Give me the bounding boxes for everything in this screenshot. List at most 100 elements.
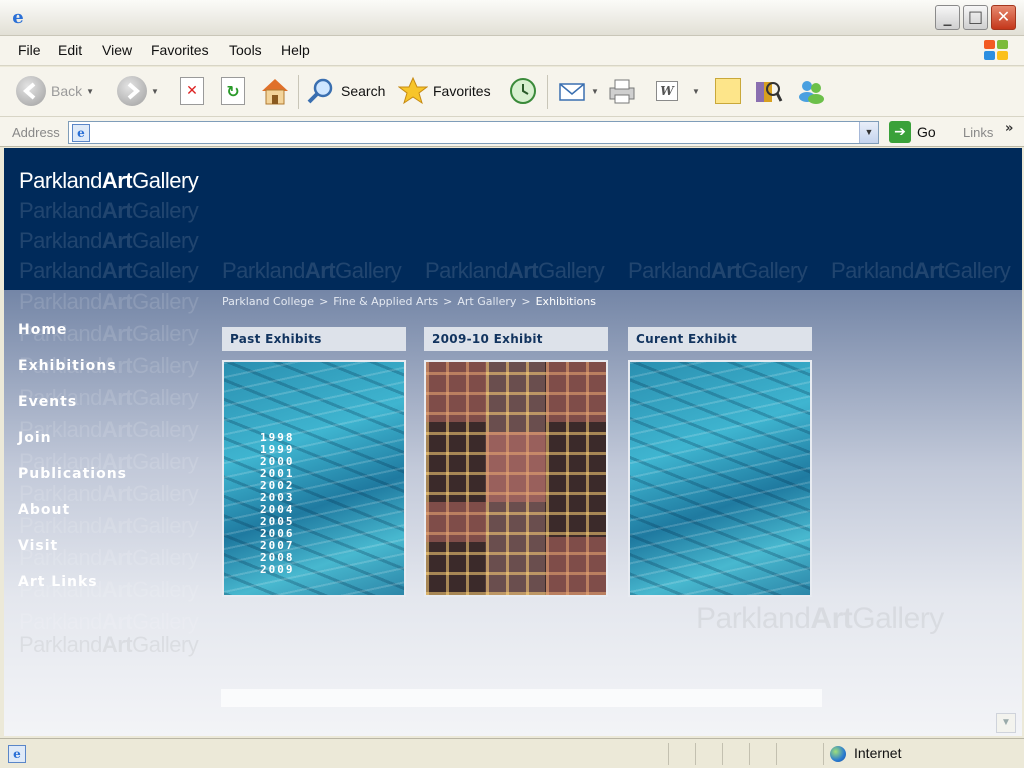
close-button[interactable]: ✕	[991, 5, 1016, 30]
logo-watermark: ParklandArtGallery	[696, 602, 944, 635]
address-label: Address	[12, 125, 60, 140]
mail-dropdown-icon[interactable]: ▼	[591, 87, 599, 96]
nav-publications[interactable]: Publications	[18, 466, 127, 482]
current-exhibit-artwork-image[interactable]	[628, 360, 812, 597]
breadcrumb-separator: >	[443, 295, 453, 308]
forward-arrow-icon	[117, 76, 147, 106]
breadcrumb: Parkland College > Fine & Applied Arts > Art…	[222, 295, 596, 308]
messenger-icon	[799, 81, 824, 104]
favorites-label: Favorites	[433, 83, 491, 99]
go-button[interactable]: ➔ Go	[889, 121, 936, 143]
internet-zone-icon	[830, 746, 846, 762]
breadcrumb-link[interactable]: Fine & Applied Arts	[333, 295, 438, 308]
footer-strip	[221, 689, 822, 707]
scroll-down-icon[interactable]: ▼	[996, 713, 1016, 733]
research-icon	[756, 82, 783, 102]
search-button[interactable]: Search	[306, 67, 385, 115]
page-icon: e	[72, 124, 90, 142]
logo-watermark: ParklandArtGallery	[222, 258, 402, 283]
toolbar: Back ▼ ▼ ✕ ↻ Search Favorites ▼ W ▼	[0, 67, 1024, 117]
home-button[interactable]	[259, 67, 291, 115]
season-exhibit-artwork-image[interactable]	[424, 360, 608, 597]
windows-logo-icon	[984, 40, 1010, 62]
printer-icon	[609, 79, 635, 104]
menu-view[interactable]: View	[102, 42, 132, 58]
back-button[interactable]: Back ▼	[16, 67, 94, 115]
logo-watermark: ParklandArtGallery	[628, 258, 808, 283]
menu-edit[interactable]: Edit	[58, 42, 82, 58]
forward-dropdown-icon[interactable]: ▼	[151, 87, 159, 96]
mail-icon	[559, 83, 585, 101]
research-button[interactable]	[753, 67, 783, 115]
forward-button[interactable]: ▼	[117, 67, 159, 115]
maximize-button[interactable]: □	[963, 5, 988, 30]
artwork-block	[426, 362, 486, 422]
past-exhibits-header[interactable]: Past Exhibits	[222, 327, 406, 351]
stop-button[interactable]: ✕	[180, 67, 204, 115]
breadcrumb-separator: >	[319, 295, 329, 308]
go-label: Go	[917, 124, 936, 140]
breadcrumb-link[interactable]: Parkland College	[222, 295, 314, 308]
page-status-icon: e	[8, 745, 26, 763]
refresh-button[interactable]: ↻	[221, 67, 245, 115]
history-icon	[510, 78, 536, 104]
logo-watermark: ParklandArtGallery	[425, 258, 605, 283]
menu-tools[interactable]: Tools	[229, 42, 262, 58]
nav-events[interactable]: Events	[18, 394, 77, 410]
search-icon	[307, 78, 333, 104]
year-link[interactable]: 2009	[260, 564, 295, 576]
toolbar-separator	[547, 75, 548, 109]
minimize-button[interactable]: _	[935, 5, 960, 30]
current-season-exhibit-header[interactable]: 2009-10 Exhibit	[424, 327, 608, 351]
status-divider	[749, 743, 750, 765]
menu-bar: File Edit View Favorites Tools Help	[0, 36, 1024, 66]
menu-favorites[interactable]: Favorites	[151, 42, 209, 58]
logo-watermark: ParklandArtGallery	[19, 289, 199, 314]
site-logo[interactable]: ParklandArtGallery	[19, 168, 199, 194]
status-divider	[668, 743, 669, 765]
past-exhibits-artwork-image[interactable]: 1998 1999 2000 2001 2002 2003 2004 2005 …	[222, 360, 406, 597]
nav-exhibitions[interactable]: Exhibitions	[18, 358, 117, 374]
history-button[interactable]	[508, 67, 538, 115]
print-button[interactable]	[606, 67, 638, 115]
address-dropdown-icon[interactable]: ▼	[859, 122, 878, 143]
nav-visit[interactable]: Visit	[18, 538, 58, 554]
nav-about[interactable]: About	[18, 502, 70, 518]
logo-watermark: ParklandArtGallery	[19, 258, 199, 283]
links-chevron-icon[interactable]: »	[1005, 121, 1013, 136]
nav-home[interactable]: Home	[18, 322, 67, 338]
stop-icon: ✕	[180, 77, 204, 105]
word-icon: W	[656, 81, 678, 101]
breadcrumb-link[interactable]: Art Gallery	[457, 295, 516, 308]
nav-art-links[interactable]: Art Links	[18, 574, 98, 590]
favorites-button[interactable]: Favorites	[398, 67, 491, 115]
refresh-icon: ↻	[221, 77, 245, 105]
menu-file[interactable]: File	[18, 42, 41, 58]
year-list: 1998 1999 2000 2001 2002 2003 2004 2005 …	[260, 432, 295, 576]
address-input[interactable]: e ▼	[68, 121, 879, 144]
nav-join[interactable]: Join	[18, 430, 52, 446]
edit-word-button[interactable]: W ▼	[656, 67, 700, 115]
messenger-button[interactable]	[796, 67, 826, 115]
menu-help[interactable]: Help	[281, 42, 310, 58]
edit-dropdown-icon[interactable]: ▼	[692, 87, 700, 96]
breadcrumb-current: Exhibitions	[535, 295, 596, 308]
page-viewport: ParklandArtGallery ParklandArtGallery Pa…	[4, 148, 1022, 736]
toolbar-separator	[298, 75, 299, 109]
title-bar: e _ □ ✕	[0, 0, 1024, 36]
logo-watermark: ParklandArtGallery	[831, 258, 1011, 283]
artwork-block	[486, 432, 546, 502]
links-label[interactable]: Links	[963, 125, 993, 140]
status-divider	[776, 743, 777, 765]
back-dropdown-icon[interactable]: ▼	[86, 87, 94, 96]
logo-watermark: ParklandArtGallery	[19, 632, 199, 657]
mail-button[interactable]: ▼	[557, 67, 599, 115]
discuss-button[interactable]	[715, 67, 741, 115]
logo-watermark: ParklandArtGallery	[19, 198, 199, 223]
ie-icon: e	[12, 7, 24, 28]
star-icon	[398, 76, 428, 105]
search-label: Search	[341, 83, 386, 99]
home-icon	[262, 79, 288, 105]
back-arrow-icon	[16, 76, 46, 106]
current-exhibit-header[interactable]: Curent Exhibit	[628, 327, 812, 351]
